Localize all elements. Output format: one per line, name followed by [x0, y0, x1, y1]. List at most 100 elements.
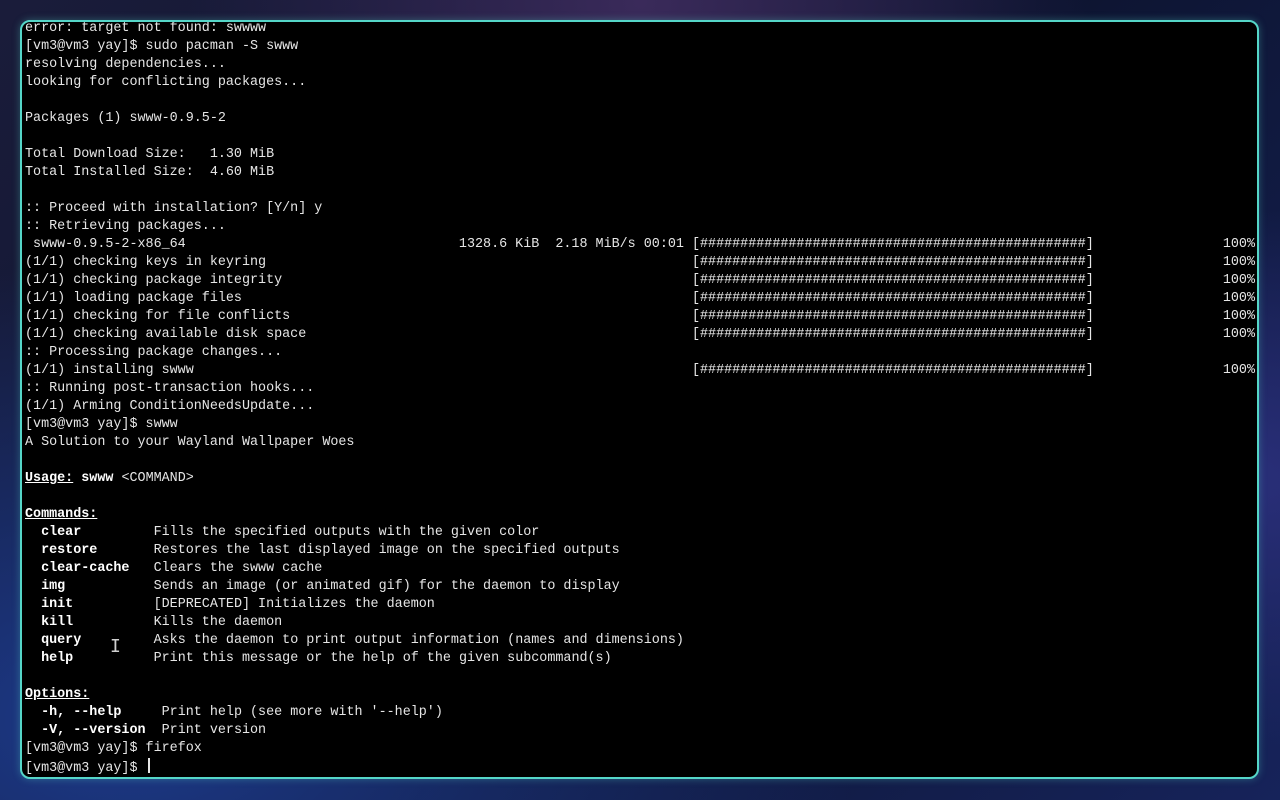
line-text: Total Installed Size: 4.60 MiB	[25, 165, 275, 180]
terminal-line: error: target not found: swwww	[25, 21, 1257, 38]
line-text: error: target not found: swwww	[25, 21, 267, 36]
terminal-line: (1/1) checking keys in keyring [########…	[25, 254, 1257, 272]
line-text: :: Proceed with installation? [Y/n] y	[25, 201, 323, 216]
command-description: Fills the specified outputs with the giv…	[153, 525, 540, 540]
terminal-line: (1/1) installing swww [#################…	[25, 362, 1257, 380]
command-name: query	[41, 633, 82, 648]
terminal-line: resolving dependencies...	[25, 56, 1257, 74]
progress-percent: 100%	[1222, 273, 1255, 288]
line-text: A Solution to your Wayland Wallpaper Woe…	[25, 435, 355, 450]
line-text: (1/1) loading package files [###########…	[25, 291, 1094, 306]
terminal-line: (1/1) checking package integrity [######…	[25, 272, 1257, 290]
commands-heading: Commands:	[25, 506, 1257, 524]
command-name: help	[41, 651, 74, 666]
option-row: -h, --help Print help (see more with '--…	[25, 704, 1257, 722]
command-name: kill	[41, 615, 74, 630]
line-text: (1/1) checking available disk space [###…	[25, 327, 1094, 342]
command-description: Asks the daemon to print output informat…	[153, 633, 684, 648]
terminal-line: :: Processing package changes...	[25, 344, 1257, 362]
line-text: (1/1) checking for file conflicts [#####…	[25, 309, 1094, 324]
terminal-line: [vm3@vm3 yay]$ firefox	[25, 740, 1257, 758]
command-description: Print this message or the help of the gi…	[153, 651, 612, 666]
line-text: swww-0.9.5-2-x86_64 1328.6 KiB 2.18 MiB/…	[25, 237, 1094, 252]
option-description: Print version	[161, 723, 267, 738]
progress-percent: 100%	[1222, 237, 1255, 252]
line-text: :: Running post-transaction hooks...	[25, 381, 315, 396]
usage-line: Usage: swww <COMMAND>	[25, 470, 1257, 488]
option-name: -V, --version	[41, 723, 146, 738]
line-text: resolving dependencies...	[25, 57, 226, 72]
line-text: [vm3@vm3 yay]$ sudo pacman -S swww	[25, 39, 299, 54]
line-text: (1/1) checking keys in keyring [########…	[25, 255, 1094, 270]
terminal-line: [vm3@vm3 yay]$ swww	[25, 416, 1257, 434]
terminal-line: looking for conflicting packages...	[25, 74, 1257, 92]
command-description: Restores the last displayed image on the…	[153, 543, 620, 558]
line-text: :: Retrieving packages...	[25, 219, 226, 234]
terminal-line: :: Running post-transaction hooks...	[25, 380, 1257, 398]
command-description: Sends an image (or animated gif) for the…	[153, 579, 620, 594]
terminal-line: :: Proceed with installation? [Y/n] y	[25, 200, 1257, 218]
terminal-line: [vm3@vm3 yay]$ sudo pacman -S swww	[25, 38, 1257, 56]
terminal-line: Packages (1) swww-0.9.5-2	[25, 110, 1257, 128]
options-heading: Options:	[25, 686, 1257, 704]
text-cursor[interactable]	[147, 758, 150, 773]
line-text: [vm3@vm3 yay]$ swww	[25, 417, 178, 432]
terminal-line: (1/1) loading package files [###########…	[25, 290, 1257, 308]
progress-percent: 100%	[1222, 327, 1255, 342]
command-row: init [DEPRECATED] Initializes the daemon	[25, 596, 1257, 614]
line-text: :: Processing package changes...	[25, 345, 283, 360]
terminal-line: (1/1) Arming ConditionNeedsUpdate...	[25, 398, 1257, 416]
command-row: img Sends an image (or animated gif) for…	[25, 578, 1257, 596]
line-text: Total Download Size: 1.30 MiB	[25, 147, 275, 162]
command-name: clear-cache	[41, 561, 130, 576]
commands-heading-text: Commands:	[25, 507, 98, 522]
command-name: clear	[41, 525, 82, 540]
command-name: img	[41, 579, 66, 594]
shell-prompt: [vm3@vm3 yay]$	[25, 761, 146, 776]
terminal-line: swww-0.9.5-2-x86_64 1328.6 KiB 2.18 MiB/…	[25, 236, 1257, 254]
progress-percent: 100%	[1222, 291, 1255, 306]
line-text: looking for conflicting packages...	[25, 75, 307, 90]
option-description: Print help (see more with '--help')	[161, 705, 443, 720]
terminal-line: Total Download Size: 1.30 MiB	[25, 146, 1257, 164]
options-heading-text: Options:	[25, 687, 90, 702]
usage-args: <COMMAND>	[121, 471, 194, 486]
command-description: Kills the daemon	[153, 615, 283, 630]
command-description: Clears the swww cache	[153, 561, 323, 576]
command-row: help Print this message or the help of t…	[25, 650, 1257, 668]
line-text: (1/1) checking package integrity [######…	[25, 273, 1094, 288]
terminal-output[interactable]: error: target not found: swwww [vm3@vm3 y…	[25, 21, 1257, 776]
command-name: restore	[41, 543, 98, 558]
option-row: -V, --version Print version	[25, 722, 1257, 740]
terminal-window[interactable]: error: target not found: swwww [vm3@vm3 y…	[20, 20, 1259, 779]
text-cursor-icon: I	[110, 636, 121, 657]
line-text: [vm3@vm3 yay]$ firefox	[25, 741, 202, 756]
command-row: kill Kills the daemon	[25, 614, 1257, 632]
progress-percent: 100%	[1222, 255, 1255, 270]
terminal-line: Total Installed Size: 4.60 MiB	[25, 164, 1257, 182]
command-description: [DEPRECATED] Initializes the daemon	[153, 597, 435, 612]
command-row: query Asks the daemon to print output in…	[25, 632, 1257, 650]
command-row: clear Fills the specified outputs with t…	[25, 524, 1257, 542]
terminal-line: (1/1) checking for file conflicts [#####…	[25, 308, 1257, 326]
line-text: Packages (1) swww-0.9.5-2	[25, 111, 226, 126]
progress-percent: 100%	[1222, 363, 1255, 378]
prompt-line: [vm3@vm3 yay]$	[25, 758, 1257, 776]
option-name: -h, --help	[41, 705, 122, 720]
line-text: (1/1) installing swww [#################…	[25, 363, 1094, 378]
usage-command: swww	[81, 471, 114, 486]
terminal-line: (1/1) checking available disk space [###…	[25, 326, 1257, 344]
line-text: (1/1) Arming ConditionNeedsUpdate...	[25, 399, 315, 414]
usage-label: Usage:	[25, 471, 74, 486]
command-row: clear-cache Clears the swww cache	[25, 560, 1257, 578]
terminal-line: :: Retrieving packages...	[25, 218, 1257, 236]
progress-percent: 100%	[1222, 309, 1255, 324]
command-name: init	[41, 597, 74, 612]
command-row: restore Restores the last displayed imag…	[25, 542, 1257, 560]
